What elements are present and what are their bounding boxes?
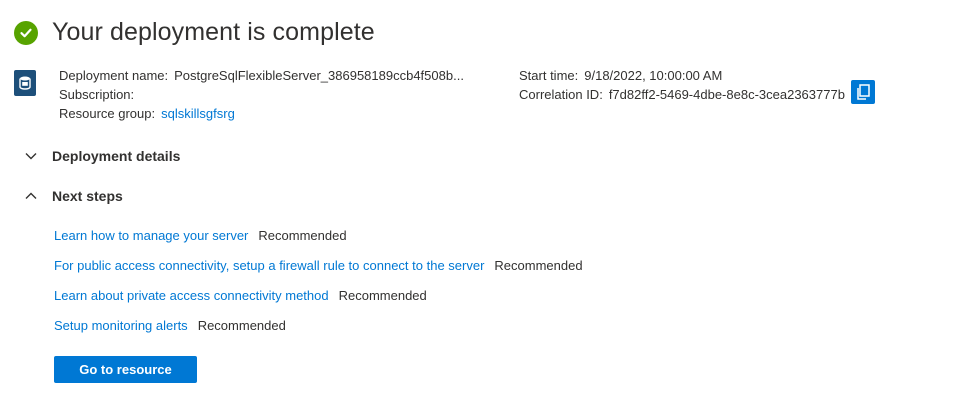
deployment-info-right: Start time: 9/18/2022, 10:00:00 AM Correl… xyxy=(519,66,875,104)
correlation-id-label: Correlation ID: xyxy=(519,87,603,102)
list-item: Learn how to manage your server Recommend… xyxy=(54,228,583,258)
next-steps-label: Next steps xyxy=(52,188,123,204)
list-item: For public access connectivity, setup a … xyxy=(54,258,583,288)
resource-group-label: Resource group: xyxy=(59,106,156,121)
recommended-tag: Recommended xyxy=(338,288,427,303)
subscription-row: Subscription: xyxy=(59,85,464,104)
recommended-tag: Recommended xyxy=(494,258,583,273)
recommended-tag: Recommended xyxy=(258,228,347,243)
monitoring-alerts-link[interactable]: Setup monitoring alerts xyxy=(54,318,188,333)
chevron-down-icon xyxy=(24,149,38,163)
deployment-name-value: PostgreSqlFlexibleServer_386958189ccb4f5… xyxy=(174,68,464,83)
deployment-info-left: Deployment name: PostgreSqlFlexibleServer… xyxy=(59,66,464,123)
copy-icon xyxy=(856,83,870,100)
list-item: Learn about private access connectivity … xyxy=(54,288,583,318)
start-time-value: 9/18/2022, 10:00:00 AM xyxy=(584,68,723,83)
subscription-label: Subscription: xyxy=(59,87,135,102)
correlation-id-value: f7d82ff2-5469-4dbe-8e8c-3cea2363777b xyxy=(608,87,845,102)
deployment-details-toggle[interactable]: Deployment details xyxy=(24,148,180,164)
list-item: Setup monitoring alerts Recommended xyxy=(54,318,583,348)
copy-correlation-id-button[interactable] xyxy=(850,79,875,104)
deployment-header: Your deployment is complete xyxy=(14,18,375,47)
start-time-row: Start time: 9/18/2022, 10:00:00 AM xyxy=(519,66,875,85)
correlation-id-row: Correlation ID: f7d82ff2-5469-4dbe-8e8c-3… xyxy=(519,79,875,104)
page-title: Your deployment is complete xyxy=(52,18,375,46)
deployment-details-label: Deployment details xyxy=(52,148,181,164)
next-steps-list: Learn how to manage your server Recommend… xyxy=(54,228,583,348)
go-to-resource-button[interactable]: Go to resource xyxy=(54,356,197,383)
next-steps-toggle[interactable]: Next steps xyxy=(24,188,123,204)
postgres-server-icon xyxy=(14,70,36,96)
chevron-up-icon xyxy=(24,189,38,203)
resource-group-link[interactable]: sqlskillsgfsrg xyxy=(161,106,235,121)
private-access-link[interactable]: Learn about private access connectivity … xyxy=(54,288,329,303)
resource-group-row: Resource group: sqlskillsgfsrg xyxy=(59,104,464,123)
recommended-tag: Recommended xyxy=(197,318,286,333)
manage-server-link[interactable]: Learn how to manage your server xyxy=(54,228,248,243)
start-time-label: Start time: xyxy=(519,68,579,83)
check-circle-icon xyxy=(14,20,38,45)
deployment-name-row: Deployment name: PostgreSqlFlexibleServer… xyxy=(59,66,464,85)
firewall-rule-link[interactable]: For public access connectivity, setup a … xyxy=(54,258,484,273)
deployment-name-label: Deployment name: xyxy=(59,68,169,83)
